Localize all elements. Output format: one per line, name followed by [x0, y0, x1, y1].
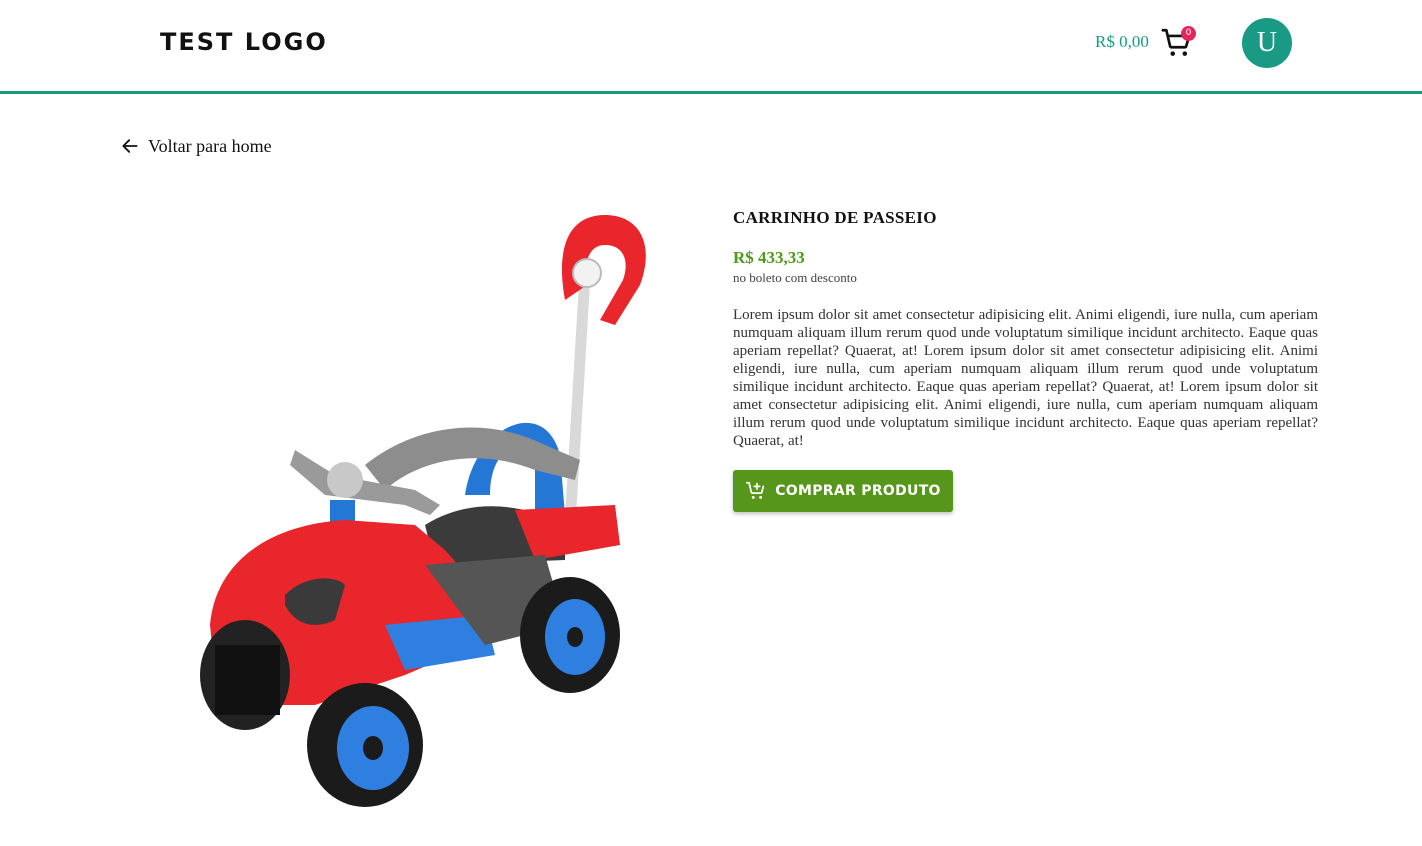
buy-product-button[interactable]: COMPRAR PRODUTO	[733, 470, 953, 512]
add-to-cart-icon	[746, 481, 765, 499]
back-to-home-link[interactable]: Voltar para home	[120, 134, 272, 158]
price-note: no boleto com desconto	[733, 270, 857, 285]
product-image	[185, 205, 655, 815]
site-header: TEST LOGO R$ 0,00 0 U	[0, 0, 1422, 94]
product-description: Lorem ipsum dolor sit amet consectetur a…	[733, 307, 1318, 449]
user-avatar[interactable]: U	[1242, 18, 1292, 68]
cart-total: R$ 0,00	[1095, 32, 1149, 51]
site-logo[interactable]: TEST LOGO	[160, 28, 328, 56]
buy-button-label: COMPRAR PRODUTO	[775, 483, 941, 499]
arrow-left-icon	[122, 139, 138, 153]
product-price: R$ 433,33	[733, 248, 805, 267]
product-title: CARRINHO DE PASSEIO	[733, 208, 937, 227]
back-link-label: Voltar para home	[148, 135, 272, 156]
cart-count-badge: 0	[1181, 26, 1196, 41]
cart-button[interactable]: 0	[1160, 26, 1196, 60]
